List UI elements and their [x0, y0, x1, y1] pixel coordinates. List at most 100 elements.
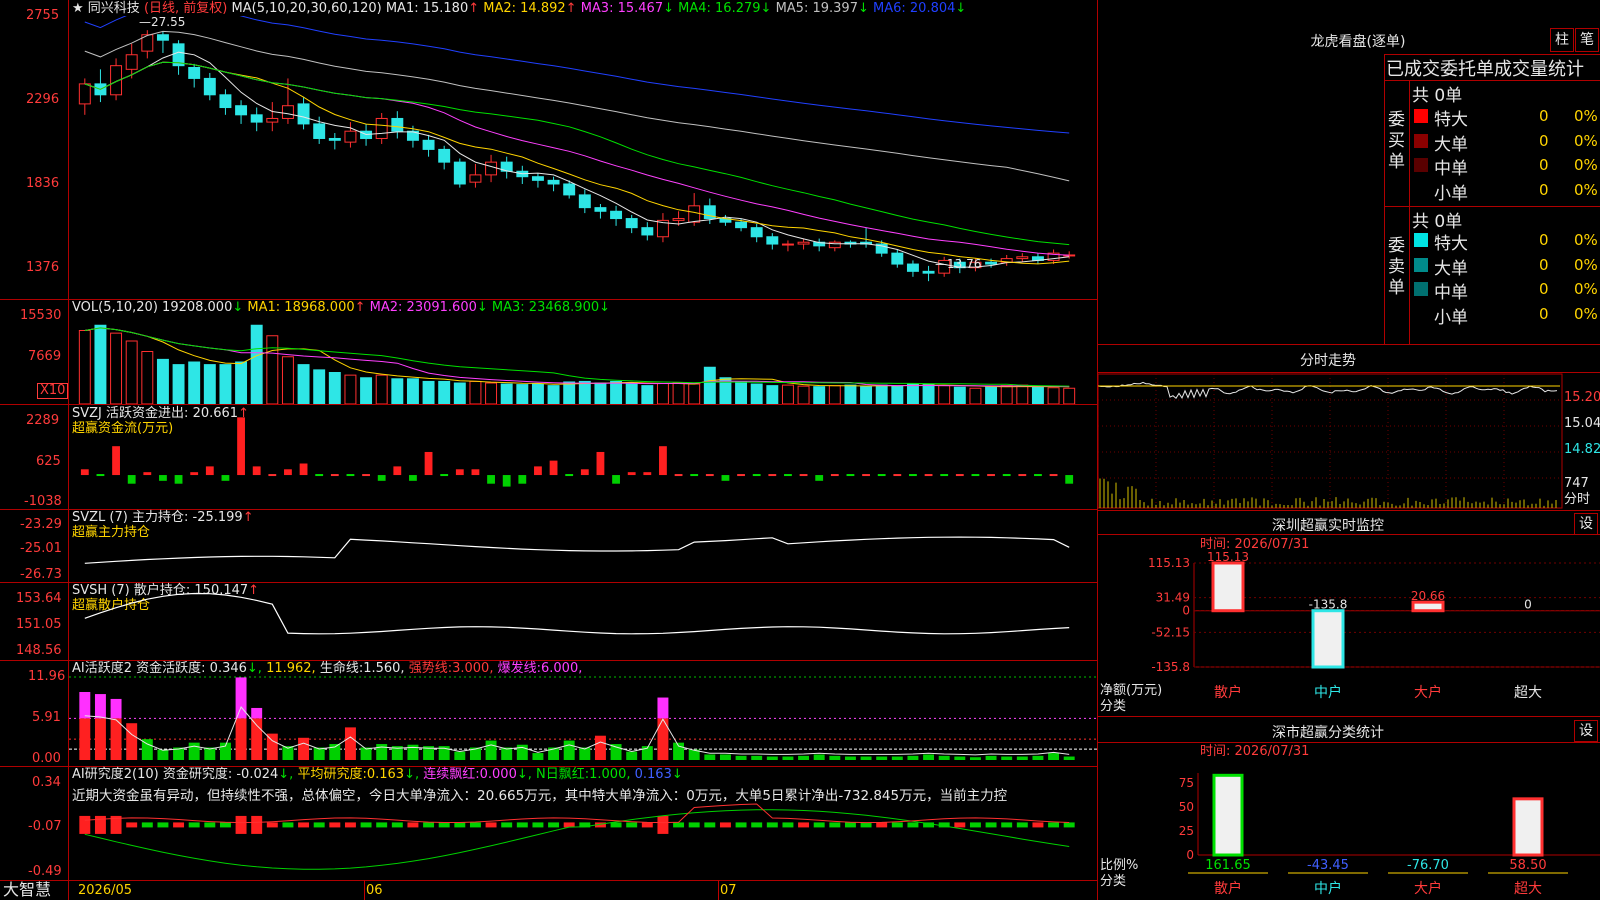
ma-name: MA4:	[674, 1, 711, 16]
activity-bar-top	[111, 699, 122, 718]
tick-mode-button[interactable]: 笔	[1575, 28, 1599, 52]
classify-settings-button[interactable]: 设	[1574, 720, 1598, 742]
classify-tick: 50	[1179, 800, 1194, 814]
candle-body	[282, 106, 293, 119]
buy-orders-label: 委买单	[1388, 110, 1406, 173]
chart-area[interactable]: ★ 同兴科技 (日线, 前复权) MA(5,10,20,30,60,120) M…	[0, 0, 1098, 900]
candle-body	[220, 95, 231, 108]
bar-mode-button[interactable]: 柱	[1550, 28, 1574, 52]
order-type: 小单	[1434, 303, 1468, 328]
svsh-tick: 153.64	[16, 591, 62, 607]
high-price-label: —27.55	[139, 16, 185, 29]
flow-bar	[815, 475, 823, 481]
research-bar	[829, 822, 840, 827]
order-count: 0	[1539, 256, 1549, 274]
activity-bar	[157, 750, 168, 760]
legend-swatch	[1414, 282, 1428, 296]
research-bar	[767, 822, 778, 827]
monitor-chart[interactable]: 115.1331.490-52.15-135.8115.13散户-135.8中户…	[1098, 535, 1600, 715]
flow-bar	[253, 466, 261, 475]
volume-bar	[845, 385, 856, 404]
volume-bar	[986, 387, 997, 404]
ai2-tick: 0.34	[32, 775, 61, 791]
vol-ma-value: 23091.600	[402, 300, 476, 315]
activity-chart[interactable]	[69, 661, 1097, 766]
classify-tick: 75	[1179, 776, 1194, 790]
classify-chart[interactable]: 75 50 25 0 161.65 散户 -43.45 中户 -76.70 大户 58.50 超大	[1098, 743, 1600, 900]
vol-label: VOL(5,10,20)	[72, 300, 158, 315]
monitor-tick: -52.15	[1151, 625, 1190, 639]
ai1-tick: 0.00	[32, 751, 61, 767]
classify-category: 散户	[1214, 880, 1242, 897]
volume-bar	[892, 386, 903, 404]
candle-body	[454, 162, 465, 184]
research-bar	[361, 822, 372, 827]
date-tick: 2026/05	[78, 883, 132, 899]
low-price-label: —13.76	[935, 257, 981, 271]
volume-bar	[251, 325, 262, 404]
candle-body	[532, 177, 543, 181]
monitor-settings-button[interactable]: 设	[1574, 513, 1598, 535]
candle-body	[611, 211, 622, 218]
research-bar	[251, 816, 262, 834]
research-bar	[314, 822, 325, 827]
legend-swatch	[1414, 158, 1428, 172]
research-chart[interactable]	[69, 767, 1097, 880]
ma-line	[85, 62, 1069, 264]
divider	[1098, 510, 1600, 511]
volume-bar	[423, 381, 434, 404]
legend-swatch	[1414, 258, 1428, 272]
date-tick: 07	[720, 883, 737, 899]
volume-bar	[564, 382, 575, 404]
research-bar	[798, 822, 809, 827]
retail-holding-chart[interactable]	[69, 583, 1097, 660]
stock-name: 同兴科技	[88, 1, 140, 16]
order-percent: 0%	[1574, 256, 1598, 274]
volume-bar	[611, 381, 622, 404]
candle-body	[314, 124, 325, 139]
research-bar	[298, 822, 309, 827]
flow-bar	[128, 475, 136, 484]
flow-bar	[597, 452, 605, 475]
fund-flow-chart[interactable]	[69, 405, 1097, 509]
ma-arrow: ↓	[663, 1, 674, 16]
svsh-tick: 151.05	[16, 617, 62, 633]
flow-bar	[175, 475, 183, 484]
activity-bar	[954, 757, 965, 760]
main-holding-chart[interactable]	[69, 510, 1097, 582]
monitor-category: 大户	[1414, 684, 1442, 701]
svsh-tick: 148.56	[16, 643, 62, 659]
research-bar	[345, 822, 356, 827]
volume-chart[interactable]	[69, 316, 1097, 404]
intraday-title: 分时走势	[1228, 350, 1428, 370]
volume-bar	[736, 382, 747, 404]
candle-body	[392, 118, 403, 131]
intraday-price: 15.04	[1564, 416, 1600, 432]
svzj-tick: 625	[36, 454, 61, 470]
classify-title: 深市超赢分类统计	[1228, 722, 1428, 742]
volume-bar	[361, 378, 372, 404]
vol-header: VOL(5,10,20) 19208.000↓ MA1: 18968.000↑ …	[72, 300, 610, 316]
monitor-tick: 0	[1182, 604, 1190, 618]
research-bar	[611, 822, 622, 827]
research-bar	[470, 822, 481, 827]
intraday-price: 15.20	[1564, 390, 1600, 406]
volume-bar	[876, 385, 887, 404]
flow-bar	[81, 469, 89, 475]
ma-value: 16.279	[711, 1, 761, 16]
activity-bar	[814, 754, 825, 760]
research-bar	[689, 822, 700, 827]
research-bar	[392, 822, 403, 827]
volume-bar	[939, 386, 950, 404]
intraday-chart[interactable]	[1098, 372, 1563, 510]
order-percent: 0%	[1574, 132, 1598, 150]
candle-body	[79, 84, 90, 104]
candlestick-chart[interactable]: —27.55 —13.76	[69, 16, 1097, 299]
research-bar	[907, 822, 918, 827]
research-bar	[501, 822, 512, 827]
volume-bar	[532, 384, 543, 404]
divider	[1409, 80, 1410, 344]
ma-name: MA3:	[577, 1, 614, 16]
volume-bar	[407, 379, 418, 404]
volume-bar	[923, 385, 934, 404]
